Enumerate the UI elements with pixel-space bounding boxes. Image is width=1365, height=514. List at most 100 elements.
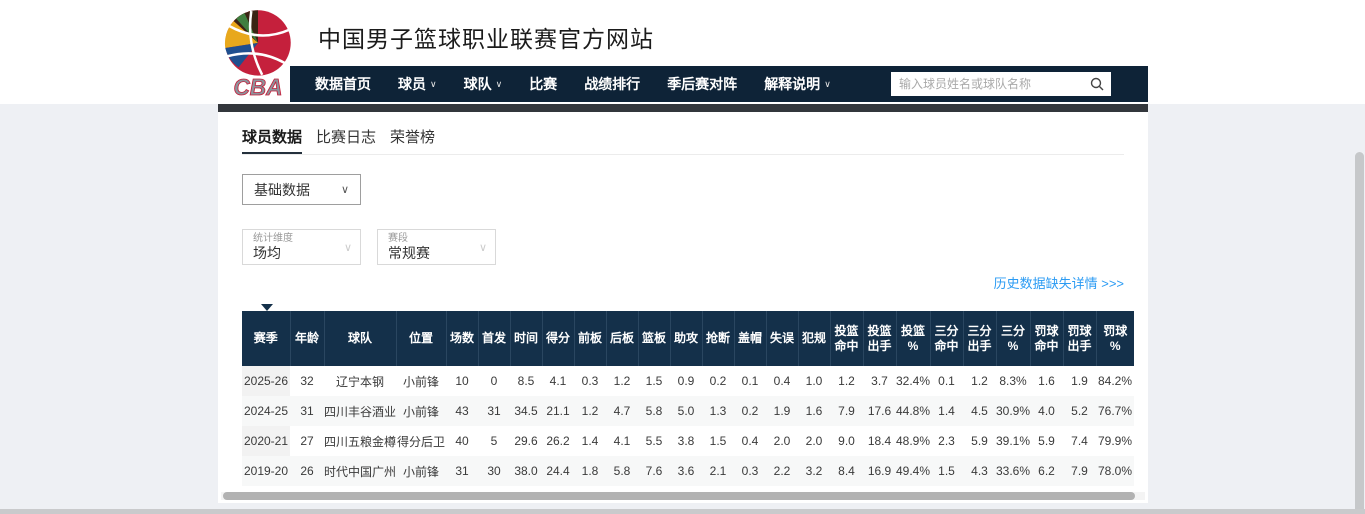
cell: 时代中国广州 bbox=[324, 456, 396, 486]
column-header: 年龄 bbox=[290, 311, 324, 366]
cell: 1.6 bbox=[798, 396, 830, 426]
cell: 2020-21 bbox=[242, 426, 290, 456]
nav-item-3[interactable]: 球队∨ bbox=[464, 74, 503, 94]
cell: 44.8% bbox=[896, 396, 930, 426]
cell: 8.4 bbox=[830, 456, 863, 486]
cell: 1.9 bbox=[766, 396, 798, 426]
page-title: 中国男子篮球职业联赛官方网站 bbox=[318, 20, 654, 54]
tab-2[interactable]: 比赛日志 bbox=[316, 126, 376, 154]
cell: 2.2 bbox=[766, 456, 798, 486]
stage-select[interactable]: 赛段 常规赛 ∨ bbox=[377, 229, 496, 265]
chevron-down-icon: ∨ bbox=[344, 241, 352, 254]
cell: 4.7 bbox=[606, 396, 638, 426]
cell: 31 bbox=[478, 396, 510, 426]
cell: 31 bbox=[446, 456, 478, 486]
cell: 18.4 bbox=[863, 426, 896, 456]
tab-1[interactable]: 球员数据 bbox=[242, 126, 302, 154]
search-box bbox=[891, 72, 1111, 96]
column-header: 场数 bbox=[446, 311, 478, 366]
nav-item-4[interactable]: 比赛 bbox=[529, 74, 557, 94]
cell: 1.4 bbox=[574, 426, 606, 456]
cell: 1.5 bbox=[638, 366, 670, 396]
cell: 7.9 bbox=[1063, 456, 1096, 486]
cell: 5.8 bbox=[606, 456, 638, 486]
table-row: 2020-2127四川五粮金樽得分后卫40529.626.21.44.15.53… bbox=[242, 426, 1134, 456]
cell: 0.4 bbox=[734, 426, 766, 456]
cell: 30.9% bbox=[996, 396, 1030, 426]
nav-item-7[interactable]: 解释说明∨ bbox=[764, 74, 831, 94]
horizontal-scrollbar-thumb[interactable] bbox=[223, 492, 1135, 500]
cell: 0.3 bbox=[574, 366, 606, 396]
cell: 6.2 bbox=[1030, 456, 1063, 486]
window-bottom-scrollbar[interactable] bbox=[0, 509, 1365, 514]
column-header: 犯规 bbox=[798, 311, 830, 366]
cell: 3.7 bbox=[863, 366, 896, 396]
column-header: 投篮 % bbox=[896, 311, 930, 366]
tab-bar: 球员数据比赛日志荣誉榜 bbox=[242, 126, 1124, 155]
nav-item-5[interactable]: 战绩排行 bbox=[584, 74, 640, 94]
cell: 1.4 bbox=[930, 396, 963, 426]
cell: 21.1 bbox=[542, 396, 574, 426]
cell: 0.2 bbox=[702, 366, 734, 396]
search-icon[interactable] bbox=[1090, 77, 1104, 91]
cell: 1.5 bbox=[930, 456, 963, 486]
cell: 0.1 bbox=[930, 366, 963, 396]
cell: 5.0 bbox=[670, 396, 702, 426]
column-header: 罚球 命中 bbox=[1030, 311, 1063, 366]
table-row: 2025-2632辽宁本钢小前锋1008.54.10.31.21.50.90.2… bbox=[242, 366, 1134, 396]
column-header: 三分 出手 bbox=[963, 311, 996, 366]
column-header: 时间 bbox=[510, 311, 542, 366]
cell: 5.5 bbox=[638, 426, 670, 456]
history-data-missing-link[interactable]: 历史数据缺失详情 >>> bbox=[994, 276, 1124, 291]
cell: 8.5 bbox=[510, 366, 542, 396]
cell: 31 bbox=[290, 396, 324, 426]
cell: 8.3% bbox=[996, 366, 1030, 396]
cell: 79.9% bbox=[1096, 426, 1134, 456]
cell: 4.0 bbox=[1030, 396, 1063, 426]
data-type-select[interactable]: 基础数据 ∨ bbox=[242, 174, 361, 205]
column-header: 篮板 bbox=[638, 311, 670, 366]
table-header-row: 赛季年龄球队位置场数首发时间得分前板后板篮板助攻抢断盖帽失误犯规投篮 命中投篮 … bbox=[242, 311, 1134, 366]
search-input[interactable] bbox=[899, 73, 1089, 95]
nav-item-6[interactable]: 季后赛对阵 bbox=[667, 74, 737, 94]
cell: 小前锋 bbox=[396, 456, 446, 486]
nav-item-2[interactable]: 球员∨ bbox=[398, 74, 437, 94]
sort-caret-icon bbox=[261, 304, 273, 311]
cba-logo[interactable]: CBA bbox=[216, 6, 300, 100]
nav-item-1[interactable]: 数据首页 bbox=[315, 74, 371, 94]
cell: 1.3 bbox=[702, 396, 734, 426]
cell: 27 bbox=[290, 426, 324, 456]
history-link-row: 历史数据缺失详情 >>> bbox=[242, 273, 1124, 291]
column-header: 首发 bbox=[478, 311, 510, 366]
cell: 0.1 bbox=[734, 366, 766, 396]
table-row: 2024-2531四川丰谷酒业小前锋433134.521.11.24.75.85… bbox=[242, 396, 1134, 426]
top-header: CBA 中国男子篮球职业联赛官方网站 数据首页 球员∨ 球队∨ 比赛 战绩排行 季后赛对阵… bbox=[0, 0, 1365, 104]
column-header: 得分 bbox=[542, 311, 574, 366]
vertical-scrollbar-thumb[interactable] bbox=[1355, 152, 1364, 514]
stat-dimension-select[interactable]: 统计维度 场均 ∨ bbox=[242, 229, 361, 265]
cell: 1.2 bbox=[574, 396, 606, 426]
cell: 2025-26 bbox=[242, 366, 290, 396]
horizontal-scrollbar-track[interactable] bbox=[221, 492, 1145, 500]
cell: 9.0 bbox=[830, 426, 863, 456]
cell: 辽宁本钢 bbox=[324, 366, 396, 396]
chevron-down-icon: ∨ bbox=[824, 79, 831, 90]
cell: 1.0 bbox=[798, 366, 830, 396]
column-header: 投篮 出手 bbox=[863, 311, 896, 366]
cell: 4.1 bbox=[542, 366, 574, 396]
column-header: 赛季 bbox=[242, 311, 290, 366]
cell: 得分后卫 bbox=[396, 426, 446, 456]
nav-list: 数据首页 球员∨ 球队∨ 比赛 战绩排行 季后赛对阵 解释说明∨ bbox=[315, 74, 858, 94]
chevron-down-icon: ∨ bbox=[496, 79, 503, 90]
chevron-down-icon: ∨ bbox=[479, 241, 487, 254]
cell: 2.1 bbox=[702, 456, 734, 486]
cell: 四川五粮金樽 bbox=[324, 426, 396, 456]
filter-row: 统计维度 场均 ∨ 赛段 常规赛 ∨ bbox=[242, 229, 1124, 265]
cell: 26.2 bbox=[542, 426, 574, 456]
chevron-down-icon: ∨ bbox=[341, 183, 349, 196]
tab-3[interactable]: 荣誉榜 bbox=[390, 126, 435, 154]
cell: 5.9 bbox=[963, 426, 996, 456]
column-header: 前板 bbox=[574, 311, 606, 366]
logo-cba-text: CBA bbox=[233, 74, 282, 100]
cell: 10 bbox=[446, 366, 478, 396]
